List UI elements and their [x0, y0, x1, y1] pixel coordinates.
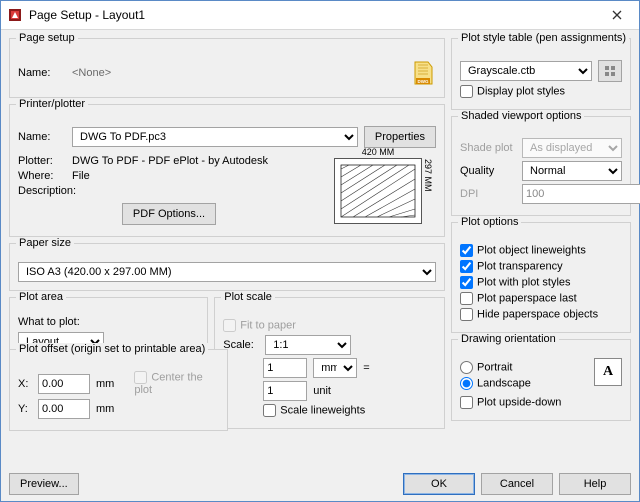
fit-to-paper-checkbox[interactable]: Fit to paper: [223, 319, 296, 332]
preview-button[interactable]: Preview...: [9, 473, 79, 495]
portrait-radio[interactable]: Portrait: [460, 361, 512, 374]
scale-numerator-input[interactable]: [263, 358, 307, 378]
hide-paperspace-checkbox[interactable]: Hide paperspace objects: [460, 308, 598, 321]
drawing-orientation-group: Drawing orientation Portrait Landscape A…: [451, 339, 631, 421]
group-legend: Plot options: [458, 216, 521, 228]
plot-style-edit-button[interactable]: [598, 60, 622, 82]
where-value: File: [72, 170, 90, 182]
plot-with-styles-checkbox[interactable]: Plot with plot styles: [460, 276, 571, 289]
plot-lineweights-checkbox[interactable]: Plot object lineweights: [460, 244, 586, 257]
app-icon: [7, 7, 23, 23]
label: Quality: [460, 165, 516, 177]
printer-plotter-group: Printer/plotter Name: DWG To PDF.pc3 Pro…: [9, 104, 445, 237]
label: Plotter:: [18, 155, 66, 167]
group-legend: Printer/plotter: [16, 98, 88, 110]
paper-size-group: Paper size ISO A3 (420.00 x 297.00 MM): [9, 243, 445, 291]
preview-width-label: 420 MM: [335, 147, 421, 157]
printer-properties-button[interactable]: Properties: [364, 126, 436, 148]
display-plot-styles-checkbox[interactable]: Display plot styles: [460, 85, 565, 98]
group-legend: Drawing orientation: [458, 333, 559, 345]
plot-options-group: Plot options Plot object lineweights Plo…: [451, 222, 631, 333]
label: DPI: [460, 188, 516, 200]
cancel-button[interactable]: Cancel: [481, 473, 553, 495]
group-legend: Shaded viewport options: [458, 110, 584, 122]
label: X:: [18, 378, 32, 390]
preview-height-label: 297 MM: [423, 159, 433, 223]
landscape-radio[interactable]: Landscape: [460, 377, 531, 390]
group-legend: Plot scale: [221, 291, 275, 303]
help-button[interactable]: Help: [559, 473, 631, 495]
scale-denominator-input[interactable]: [263, 381, 307, 401]
quality-select[interactable]: Normal: [522, 161, 622, 181]
printer-name-select[interactable]: DWG To PDF.pc3: [72, 127, 358, 147]
group-legend: Paper size: [16, 237, 74, 249]
ok-button[interactable]: OK: [403, 473, 475, 495]
svg-text:DWG: DWG: [418, 79, 429, 84]
orientation-preview-icon: A: [594, 358, 622, 386]
offset-x-input[interactable]: [38, 374, 90, 394]
dwg-icon: DWG: [410, 60, 436, 86]
label: What to plot:: [18, 316, 199, 328]
label: Name:: [18, 67, 66, 79]
shade-plot-select: As displayed: [522, 138, 622, 158]
plot-paperspace-last-checkbox[interactable]: Plot paperspace last: [460, 292, 577, 305]
group-legend: Page setup: [16, 32, 78, 44]
label: Y:: [18, 403, 32, 415]
group-legend: Plot offset (origin set to printable are…: [16, 343, 208, 355]
label: Where:: [18, 170, 66, 182]
group-legend: Plot style table (pen assignments): [458, 32, 629, 44]
unit-label: mm: [96, 403, 114, 415]
plotter-value: DWG To PDF - PDF ePlot - by Autodesk: [72, 155, 268, 167]
scale-select[interactable]: 1:1: [265, 335, 351, 355]
equals-label: =: [363, 362, 369, 374]
plot-style-select[interactable]: Grayscale.ctb: [460, 61, 592, 81]
window-close-button[interactable]: [595, 1, 639, 29]
paper-size-select[interactable]: ISO A3 (420.00 x 297.00 MM): [18, 262, 436, 282]
unit-label: mm: [96, 378, 114, 390]
center-plot-checkbox[interactable]: Center the plot: [134, 371, 218, 396]
label: Description:: [18, 185, 76, 197]
shaded-viewport-group: Shaded viewport options Shade plotAs dis…: [451, 116, 631, 216]
window-title: Page Setup - Layout1: [29, 8, 595, 22]
label: Name:: [18, 131, 66, 143]
page-setup-name: <None>: [72, 67, 111, 79]
label: Scale:: [223, 339, 259, 351]
paper-preview: 420 MM 297 MM: [334, 158, 422, 224]
page-setup-group: Page setup Name: <None> DWG: [9, 38, 445, 98]
scale-unit-select[interactable]: mm: [313, 358, 357, 378]
offset-y-input[interactable]: [38, 399, 90, 419]
dpi-input: [522, 184, 640, 204]
pdf-options-button[interactable]: PDF Options...: [122, 203, 216, 225]
group-legend: Plot area: [16, 291, 66, 303]
scale-lineweights-checkbox[interactable]: Scale lineweights: [263, 404, 365, 417]
plot-scale-group: Plot scale Fit to paper Scale: 1:1 mm = …: [214, 297, 445, 429]
plot-offset-group: Plot offset (origin set to printable are…: [9, 349, 228, 431]
plot-transparency-checkbox[interactable]: Plot transparency: [460, 260, 563, 273]
label: unit: [313, 385, 331, 397]
label: Shade plot: [460, 142, 516, 154]
plot-upside-down-checkbox[interactable]: Plot upside-down: [460, 396, 561, 409]
plot-style-table-group: Plot style table (pen assignments) Grays…: [451, 38, 631, 110]
